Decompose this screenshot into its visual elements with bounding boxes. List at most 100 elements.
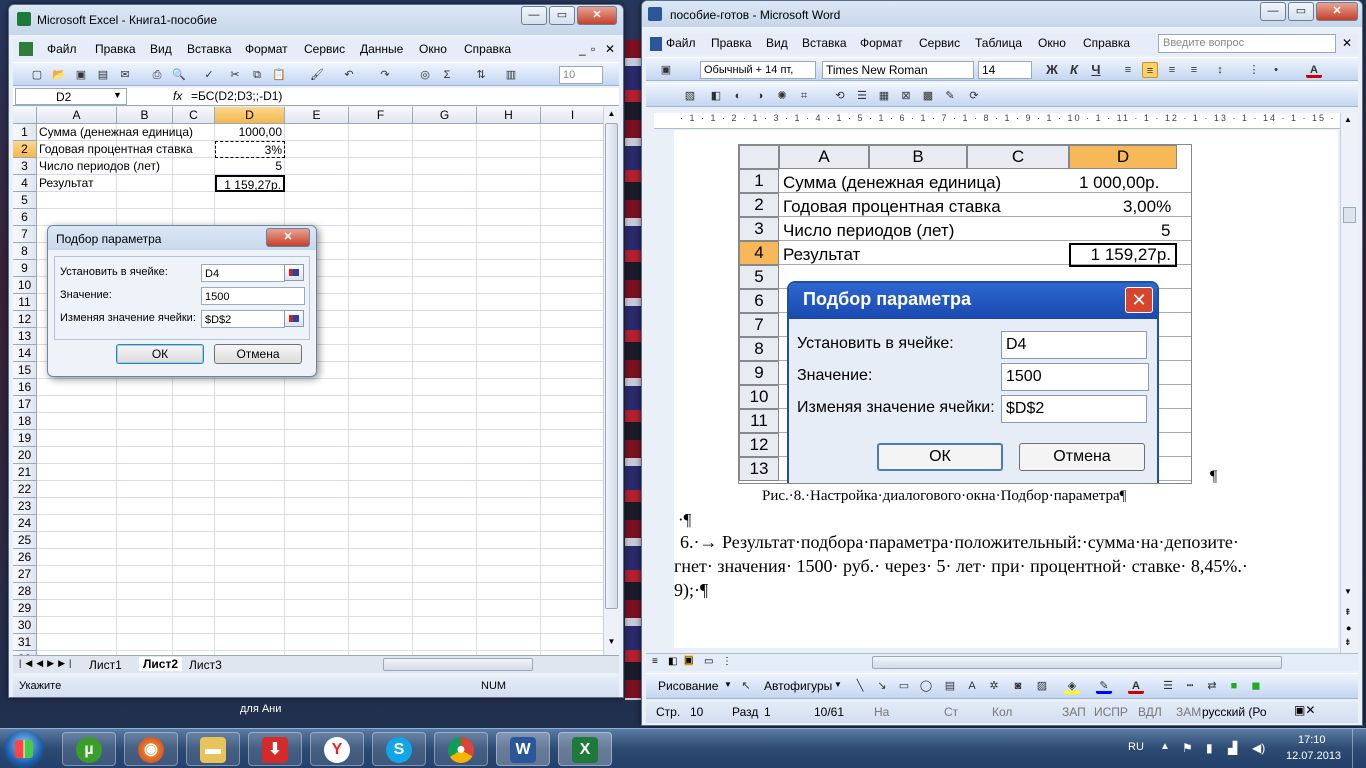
row-header[interactable]: 28 <box>13 583 37 600</box>
empty-cell[interactable] <box>173 430 215 447</box>
battery-icon[interactable]: ▮ <box>1206 741 1213 755</box>
empty-cell[interactable] <box>285 617 349 634</box>
drawing-menu[interactable]: Рисование <box>658 679 718 693</box>
empty-cell[interactable] <box>285 158 349 175</box>
empty-cell[interactable] <box>349 311 413 328</box>
empty-cell[interactable] <box>285 634 349 651</box>
empty-cell[interactable] <box>117 447 173 464</box>
row-header[interactable]: 29 <box>13 600 37 617</box>
row-header[interactable]: 20 <box>13 447 37 464</box>
save-icon[interactable]: ▣ <box>73 67 89 83</box>
empty-cell[interactable] <box>215 379 285 396</box>
fill-color-icon[interactable]: ◈ <box>1064 678 1080 694</box>
line-style-icon[interactable]: ☰ <box>1160 678 1176 694</box>
line-style-icon[interactable]: ☰ <box>854 88 870 104</box>
cell-d2[interactable]: 3% <box>215 141 285 158</box>
empty-cell[interactable] <box>349 634 413 651</box>
empty-cell[interactable] <box>477 481 541 498</box>
empty-cell[interactable] <box>349 549 413 566</box>
column-header[interactable]: C <box>173 107 215 124</box>
empty-cell[interactable] <box>349 209 413 226</box>
empty-cell[interactable] <box>285 532 349 549</box>
empty-cell[interactable] <box>117 498 173 515</box>
font-select[interactable]: Times New Roman <box>822 61 974 79</box>
justify-icon[interactable]: ≡ <box>1186 62 1202 78</box>
row-header[interactable]: 15 <box>13 362 37 379</box>
empty-cell[interactable] <box>349 328 413 345</box>
empty-cell[interactable] <box>541 345 603 362</box>
undo-icon[interactable]: ↶ <box>341 67 357 83</box>
empty-cell[interactable] <box>541 515 603 532</box>
font-color-icon[interactable]: A <box>1128 678 1144 694</box>
row-header[interactable]: 21 <box>13 464 37 481</box>
row-header[interactable]: 3 <box>13 158 37 175</box>
menu-file[interactable]: Файл <box>47 42 77 56</box>
column-header[interactable]: A <box>37 107 117 124</box>
empty-cell[interactable] <box>413 192 477 209</box>
empty-cell[interactable] <box>285 124 349 141</box>
column-header[interactable]: G <box>413 107 477 124</box>
empty-cell[interactable] <box>541 634 603 651</box>
menu-table[interactable]: Таблица <box>975 36 1022 50</box>
empty-cell[interactable] <box>541 158 603 175</box>
close-button[interactable]: ✕ <box>1316 2 1358 21</box>
skype-taskbar-button[interactable]: S <box>372 732 426 766</box>
empty-cell[interactable] <box>173 379 215 396</box>
rectangle-icon[interactable]: ▭ <box>896 678 912 694</box>
empty-cell[interactable] <box>477 124 541 141</box>
row-header[interactable]: 5 <box>13 192 37 209</box>
excel-titlebar[interactable]: Microsoft Excel - Книга1-пособие — ▭ ✕ <box>9 5 623 35</box>
menu-view[interactable]: Вид <box>766 36 788 50</box>
empty-cell[interactable] <box>413 379 477 396</box>
row-header[interactable]: 30 <box>13 617 37 634</box>
row-header[interactable]: 18 <box>13 413 37 430</box>
menu-help[interactable]: Справка <box>464 42 511 56</box>
empty-cell[interactable] <box>477 158 541 175</box>
contrast-icon[interactable]: ◐ <box>730 88 746 104</box>
empty-cell[interactable] <box>349 515 413 532</box>
empty-cell[interactable] <box>477 192 541 209</box>
empty-cell[interactable] <box>215 413 285 430</box>
menu-edit[interactable]: Правка <box>711 36 752 50</box>
empty-cell[interactable] <box>215 617 285 634</box>
empty-cell[interactable] <box>117 430 173 447</box>
empty-cell[interactable] <box>413 515 477 532</box>
sort-icon[interactable]: ⇅ <box>473 67 489 83</box>
empty-cell[interactable] <box>215 600 285 617</box>
menu-insert[interactable]: Вставка <box>802 36 847 50</box>
doc-restore-icon[interactable]: ▫ <box>591 42 595 56</box>
empty-cell[interactable] <box>37 515 117 532</box>
empty-cell[interactable] <box>477 141 541 158</box>
show-desktop-button[interactable] <box>1352 729 1366 768</box>
empty-cell[interactable] <box>349 396 413 413</box>
empty-cell[interactable] <box>215 447 285 464</box>
row-header[interactable]: 14 <box>13 345 37 362</box>
empty-cell[interactable] <box>285 481 349 498</box>
line-color-icon[interactable]: ✎ <box>1096 678 1112 694</box>
empty-cell[interactable] <box>477 532 541 549</box>
textbox-icon[interactable]: ▤ <box>942 678 958 694</box>
empty-cell[interactable] <box>37 634 117 651</box>
empty-cell[interactable] <box>477 379 541 396</box>
autoshapes-menu[interactable]: Автофигуры <box>764 679 832 693</box>
empty-cell[interactable] <box>349 600 413 617</box>
browse-object-icon[interactable]: ● <box>1346 623 1351 633</box>
scroll-down-icon[interactable]: ▼ <box>605 637 618 651</box>
empty-cell[interactable] <box>215 498 285 515</box>
body-paragraph-line-2[interactable]: гнет· значения· 1500· руб.· через· 5· ле… <box>674 556 1248 577</box>
menu-data[interactable]: Данные <box>360 42 403 56</box>
horizontal-scrollbar[interactable] <box>383 658 533 671</box>
status-rec[interactable]: ЗАП <box>1062 705 1086 719</box>
empty-cell[interactable] <box>285 498 349 515</box>
empty-cell[interactable] <box>477 549 541 566</box>
empty-cell[interactable] <box>413 481 477 498</box>
row-header[interactable]: 11 <box>13 294 37 311</box>
empty-cell[interactable] <box>477 430 541 447</box>
column-header[interactable]: D <box>215 107 285 124</box>
next-page-icon[interactable]: ⇟ <box>1344 637 1352 648</box>
empty-cell[interactable] <box>541 260 603 277</box>
document-page[interactable]: A B C D 1 2 3 4 5 6 7 8 9 10 11 12 13 Сумма (денежна… <box>674 130 1338 648</box>
collapse-dialog-icon[interactable] <box>284 264 304 281</box>
empty-cell[interactable] <box>413 396 477 413</box>
font-color-icon[interactable]: A <box>1306 62 1322 78</box>
